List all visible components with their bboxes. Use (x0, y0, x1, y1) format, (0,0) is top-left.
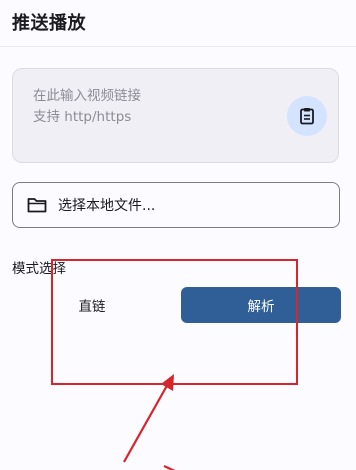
url-input[interactable]: 在此输入视频链接 支持 http/https (12, 68, 339, 163)
paste-button[interactable] (287, 96, 327, 136)
mode-direct-button[interactable]: 直链 (12, 287, 172, 323)
push-play-page: 推送播放 在此输入视频链接 支持 http/https 选择本地文件... 模式… (0, 0, 356, 470)
choose-local-file-label: 选择本地文件... (58, 198, 156, 214)
choose-local-file-button[interactable]: 选择本地文件... (12, 182, 340, 228)
mode-selection-label: 模式选择 (12, 261, 66, 277)
clipboard-icon (300, 108, 314, 125)
url-input-placeholder: 在此输入视频链接 支持 http/https (33, 88, 141, 125)
folder-icon (27, 198, 47, 213)
mode-parse-button[interactable]: 解析 (181, 287, 341, 323)
page-title: 推送播放 (12, 13, 86, 34)
app-bar: 推送播放 (0, 0, 356, 47)
